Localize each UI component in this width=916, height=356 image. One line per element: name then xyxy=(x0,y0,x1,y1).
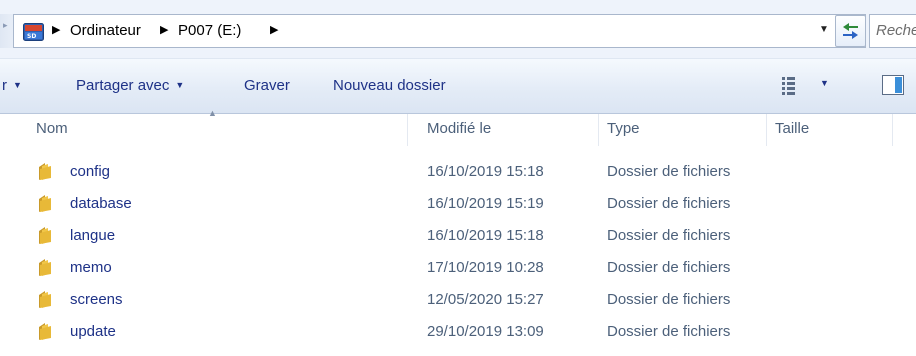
view-options-icon[interactable] xyxy=(778,74,808,98)
command-toolbar: r ▼ Partager avec ▼ Graver Nouveau dossier… xyxy=(0,58,916,114)
file-name: database xyxy=(70,195,132,212)
file-type: Dossier de fichiers xyxy=(607,227,731,244)
column-name-label: Nom xyxy=(36,120,68,137)
column-size-label: Taille xyxy=(775,120,810,137)
file-type: Dossier de fichiers xyxy=(607,291,731,308)
organize-button[interactable]: r ▼ xyxy=(2,77,22,94)
refresh-icon xyxy=(843,23,858,39)
file-name: screens xyxy=(70,291,123,308)
address-history-dropdown-icon[interactable]: ▼ xyxy=(813,16,835,44)
file-modified: 16/10/2019 15:18 xyxy=(427,227,544,244)
nav-chevron-icon[interactable]: ▸ xyxy=(3,20,8,31)
organize-label-partial: r xyxy=(2,77,7,94)
svg-text:SD: SD xyxy=(27,33,36,40)
folder-icon xyxy=(39,291,51,308)
file-modified: 16/10/2019 15:19 xyxy=(427,195,544,212)
view-dropdown-icon[interactable]: ▼ xyxy=(820,78,829,88)
file-modified: 12/05/2020 15:27 xyxy=(427,291,544,308)
breadcrumb-drive[interactable]: P007 (E:) xyxy=(178,22,241,39)
file-modified: 29/10/2019 13:09 xyxy=(427,323,544,340)
column-header-name[interactable]: Nom xyxy=(28,114,408,146)
chevron-down-icon: ▼ xyxy=(13,80,22,90)
refresh-button[interactable] xyxy=(835,15,866,47)
breadcrumb-separator-icon[interactable]: ▶ xyxy=(52,23,60,36)
file-name: memo xyxy=(70,259,112,276)
table-row[interactable]: update 29/10/2019 13:09 Dossier de fichi… xyxy=(0,317,916,349)
share-with-button[interactable]: Partager avec ▼ xyxy=(76,77,184,94)
file-type: Dossier de fichiers xyxy=(607,195,731,212)
breadcrumb-separator-icon[interactable]: ▶ xyxy=(270,23,278,36)
column-header-modified[interactable]: Modifié le xyxy=(419,114,599,146)
chevron-down-icon: ▼ xyxy=(175,80,185,90)
folder-icon xyxy=(39,195,51,212)
new-folder-button[interactable]: Nouveau dossier xyxy=(333,77,446,94)
column-header-size[interactable]: Taille xyxy=(767,114,893,146)
breadcrumb-separator-icon[interactable]: ▶ xyxy=(160,23,168,36)
column-type-label: Type xyxy=(607,120,640,137)
table-row[interactable]: screens 12/05/2020 15:27 Dossier de fich… xyxy=(0,285,916,317)
sort-ascending-icon: ▲ xyxy=(208,108,217,118)
search-input[interactable]: Rechercher dans : P007 (E:) xyxy=(869,14,916,48)
file-modified: 17/10/2019 10:28 xyxy=(427,259,544,276)
folder-icon xyxy=(39,323,51,340)
folder-icon xyxy=(39,227,51,244)
column-header-type[interactable]: Type xyxy=(599,114,767,146)
file-name: langue xyxy=(70,227,116,244)
table-row[interactable]: langue 16/10/2019 15:18 Dossier de fichi… xyxy=(0,221,916,253)
table-row[interactable]: database 16/10/2019 15:19 Dossier de fic… xyxy=(0,189,916,221)
folder-icon xyxy=(39,259,51,276)
address-bar-row: ▸ SD ▶ Ordinateur ▶ P007 (E:) ▶ ▼ Recher… xyxy=(0,0,916,58)
file-name: config xyxy=(70,163,111,180)
file-name: update xyxy=(70,323,116,340)
column-modified-label: Modifié le xyxy=(427,120,492,137)
breadcrumb-computer[interactable]: Ordinateur xyxy=(70,22,141,39)
drive-icon: SD xyxy=(23,23,44,41)
table-row[interactable]: memo 17/10/2019 10:28 Dossier de fichier… xyxy=(0,253,916,285)
burn-button[interactable]: Graver xyxy=(244,77,290,94)
share-with-label: Partager avec xyxy=(76,77,170,94)
file-type: Dossier de fichiers xyxy=(607,259,731,276)
file-type: Dossier de fichiers xyxy=(607,323,731,340)
table-row[interactable]: config 16/10/2019 15:18 Dossier de fichi… xyxy=(0,157,916,189)
preview-pane-icon[interactable] xyxy=(880,72,906,98)
file-type: Dossier de fichiers xyxy=(607,163,731,180)
folder-icon xyxy=(39,163,51,180)
address-bar[interactable]: SD ▶ Ordinateur ▶ P007 (E:) ▶ xyxy=(13,14,866,48)
file-modified: 16/10/2019 15:18 xyxy=(427,163,544,180)
